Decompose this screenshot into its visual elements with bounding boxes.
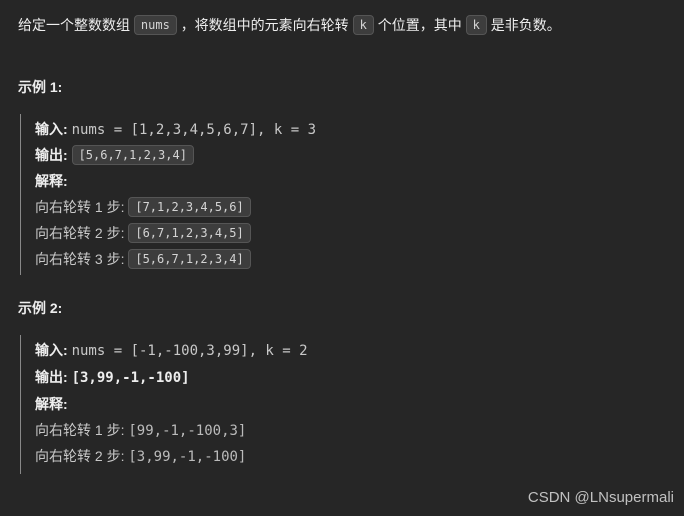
input-value: nums = [1,2,3,4,5,6,7], k = 3 (72, 122, 316, 138)
intro-seg1: 给定一个整数数组 (18, 17, 134, 33)
step-value: [5,6,7,1,2,3,4] (128, 249, 250, 269)
chip-nums: nums (134, 15, 177, 35)
step-text: 向右轮转 1 步: (35, 422, 128, 438)
step-value: [3,99,-1,-100] (128, 449, 246, 465)
step-value: [6,7,1,2,3,4,5] (128, 223, 250, 243)
example-block-1: 输入: nums = [1,2,3,4,5,6,7], k = 3 输出: [5… (20, 114, 666, 276)
output-value: [3,99,-1,-100] (72, 370, 190, 386)
step-text: 向右轮转 3 步: (35, 251, 128, 267)
step-text: 向右轮转 2 步: (35, 448, 128, 464)
step-text: 向右轮转 1 步: (35, 199, 128, 215)
example-title-1: 示例 1: (18, 76, 666, 100)
input-label: 输入: (35, 342, 68, 358)
chip-k-1: k (353, 15, 374, 35)
intro-seg2: ，将数组中的元素向右轮转 (181, 17, 353, 33)
step-value: [99,-1,-100,3] (128, 423, 246, 439)
intro-seg4: 是非负数。 (491, 17, 561, 33)
output-label: 输出: (35, 369, 68, 385)
step-text: 向右轮转 2 步: (35, 225, 128, 241)
explain-label: 解释: (35, 173, 68, 189)
example-title-2: 示例 2: (18, 297, 666, 321)
output-value: [5,6,7,1,2,3,4] (72, 145, 194, 165)
explain-label: 解释: (35, 396, 68, 412)
example-block-2: 输入: nums = [-1,-100,3,99], k = 2 输出: [3,… (20, 335, 666, 474)
intro-seg3: 个位置，其中 (378, 17, 466, 33)
input-value: nums = [-1,-100,3,99], k = 2 (72, 343, 308, 359)
problem-statement: 给定一个整数数组 nums ，将数组中的元素向右轮转 k 个位置，其中 k 是非… (18, 14, 666, 38)
watermark: CSDN @LNsupermali (528, 485, 674, 511)
output-label: 输出: (35, 147, 68, 163)
chip-k-2: k (466, 15, 487, 35)
input-label: 输入: (35, 121, 68, 137)
step-value: [7,1,2,3,4,5,6] (128, 197, 250, 217)
